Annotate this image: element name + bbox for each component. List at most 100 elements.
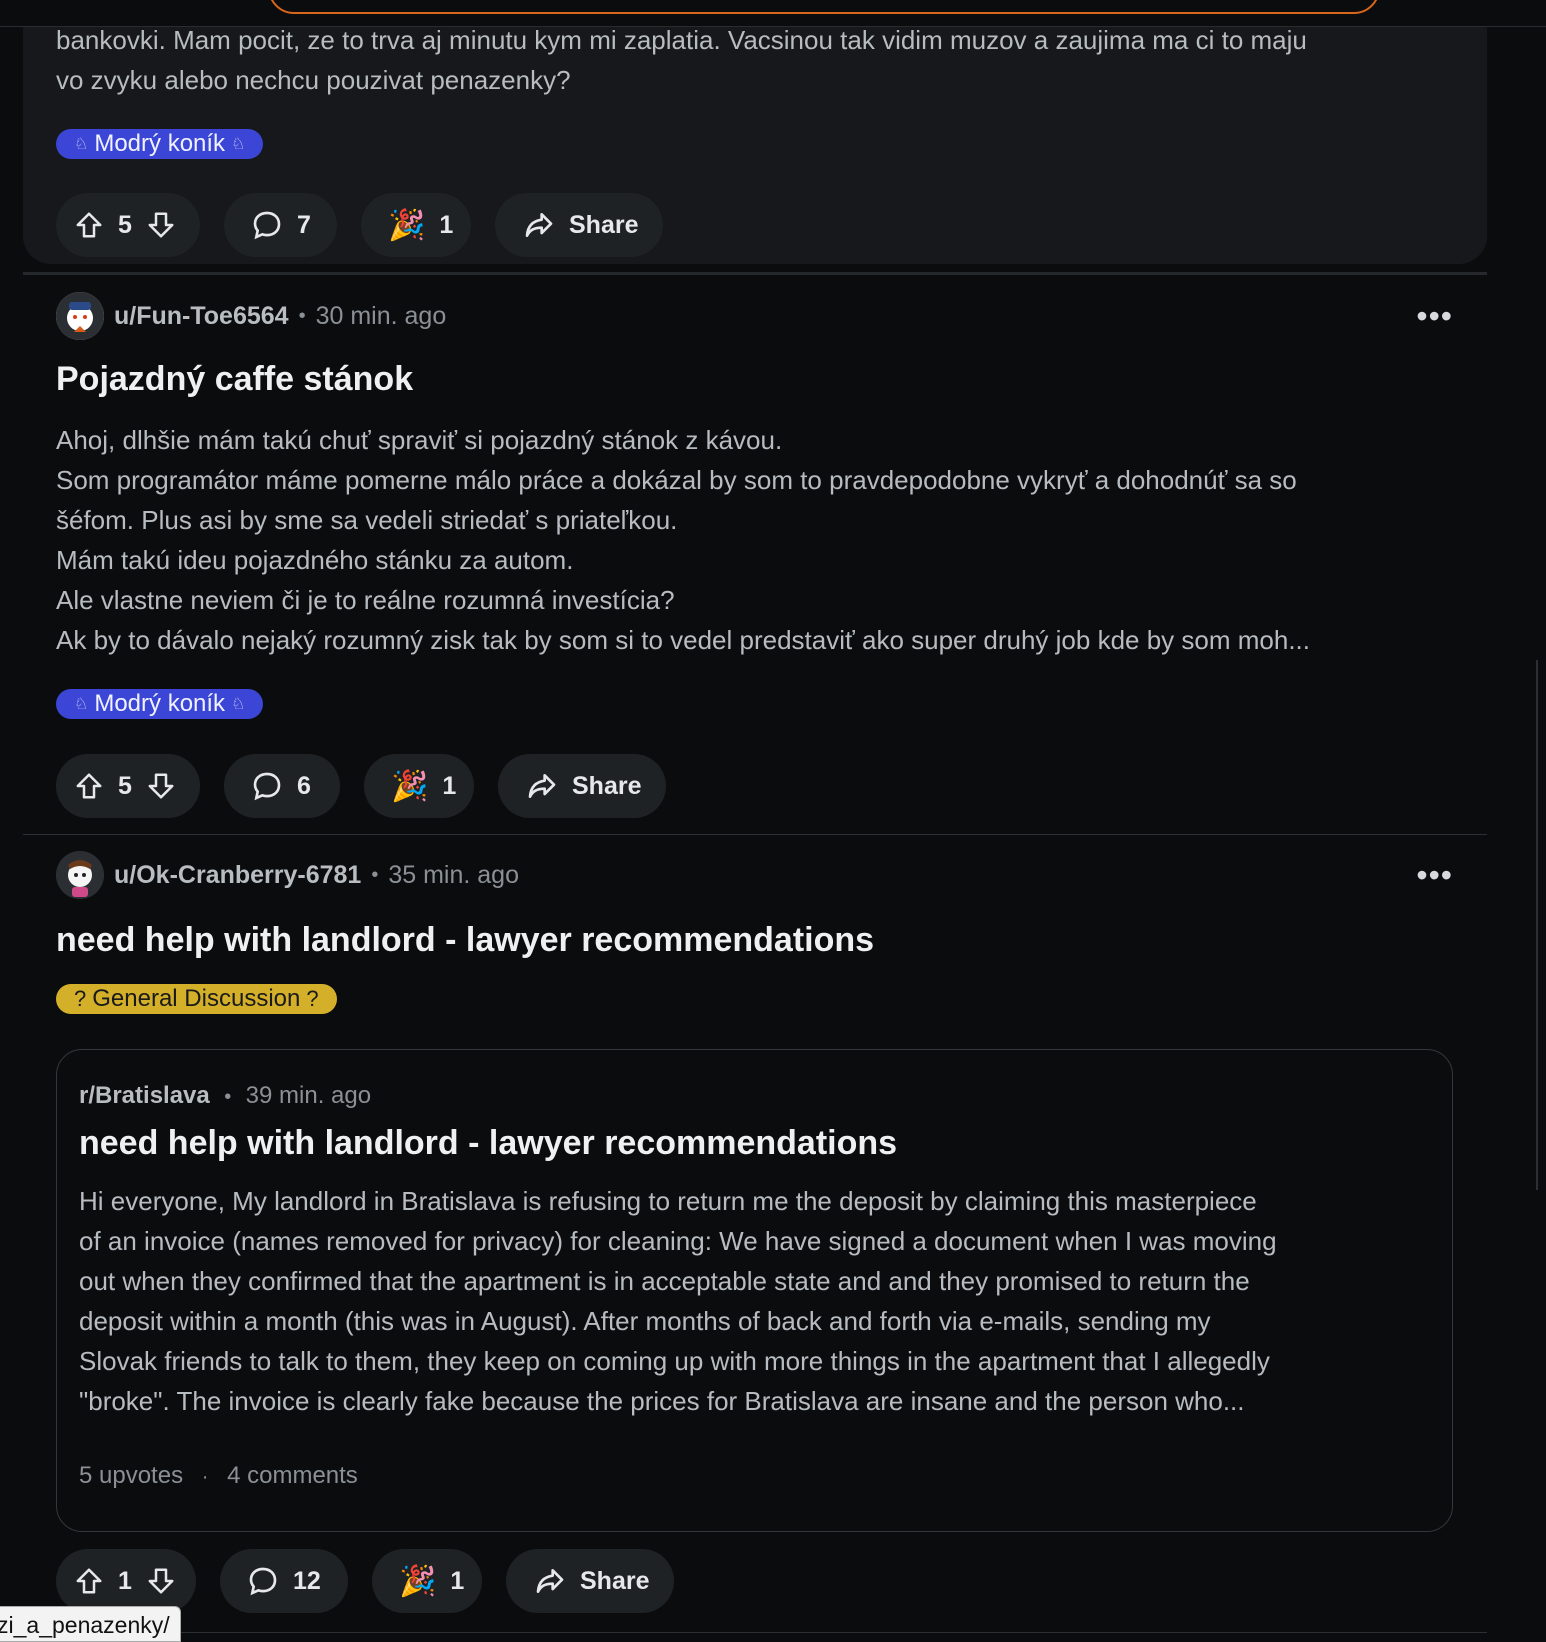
post-time: 35 min. ago [388,860,519,889]
share-icon [523,209,555,241]
comment-icon [251,209,283,241]
post-card[interactable]: bankovki. Mam pocit, ze to trva aj minut… [23,0,1487,264]
upvote-icon[interactable] [74,210,104,240]
horse-icon: ♘ [74,696,89,713]
crosspost-comments: 4 comments [227,1462,358,1489]
award-button[interactable]: 🎉 1 [361,193,471,257]
search-bar[interactable] [268,0,1380,14]
divider [23,272,1487,275]
downvote-icon[interactable] [146,1566,176,1596]
comment-count: 6 [297,771,311,800]
award-count: 1 [442,771,457,800]
comments-button[interactable]: 12 [220,1549,348,1613]
post-meta: u/Ok-Cranberry-6781 • 35 min. ago [56,851,519,899]
upvote-count: 5 [118,210,132,239]
comment-count: 7 [297,210,311,239]
post-body-line: šéfom. Plus asi by sme sa vedeli strieda… [56,505,678,535]
vote-group: 1 [56,1549,196,1613]
post-flair[interactable]: ♘ Modrý koník ♘ [56,689,264,719]
post-card[interactable]: u/Fun-Toe6564 • 30 min. ago ••• Pojazdný… [23,292,1487,826]
status-url-tooltip: zi_a_penazenky/ [0,1606,181,1642]
post-author[interactable]: u/Fun-Toe6564 [114,302,289,331]
avatar-icon [56,292,104,340]
downvote-icon[interactable] [146,771,176,801]
crosspost-upvotes: 5 upvotes [79,1462,184,1489]
post-actions: 1 12 🎉 1 Share [56,1549,674,1613]
vote-group: 5 [56,754,200,818]
crosspost-body-line: deposit within a month (this was in Augu… [79,1306,1211,1336]
upvote-count: 5 [118,771,132,800]
post-body-line: Ahoj, dlhšie mám takú chuť spraviť si po… [56,425,783,455]
crosspost-card[interactable]: r/Bratislava • 39 min. ago need help wit… [56,1049,1453,1532]
meta-separator: • [298,304,306,327]
award-button[interactable]: 🎉 1 [364,754,474,818]
page: bankovki. Mam pocit, ze to trva aj minut… [0,0,1546,1642]
post-body-line: Mám takú ideu pojazdného stánku za autom… [56,545,574,575]
avatar[interactable] [56,851,104,899]
upvote-count: 1 [118,1566,132,1595]
post-actions: 5 6 🎉 1 Share [56,754,666,818]
crosspost-body-line: of an invoice (names removed for privacy… [79,1226,1277,1256]
comment-icon [247,1565,279,1597]
post-card[interactable]: u/Ok-Cranberry-6781 • 35 min. ago ••• ne… [23,851,1487,1613]
question-icon: ? [306,986,319,1011]
share-button[interactable]: Share [495,193,663,257]
downvote-icon[interactable] [146,210,176,240]
share-icon [526,770,558,802]
more-options-icon[interactable]: ••• [1416,300,1453,332]
crosspost-body-line: "broke". The invoice is clearly fake bec… [79,1386,1245,1416]
post-flair[interactable]: ♘ Modrý koník ♘ [56,129,264,159]
crosspost-stats: 5 upvotes · 4 comments [79,1462,358,1490]
award-icon: 🎉 [399,1564,437,1598]
post-meta: u/Fun-Toe6564 • 30 min. ago [56,292,446,340]
post-body-line: Ale vlastne neviem či je to reálne rozum… [56,585,675,615]
meta-separator: · [201,1466,209,1488]
post-body-line: Ak by to dávalo nejaký rozumný zisk tak … [56,625,1310,655]
post-flair[interactable]: ? General Discussion ? [56,984,337,1014]
flair-label: Modrý koník [94,130,226,157]
crosspost-body-line: Hi everyone, My landlord in Bratislava i… [79,1186,1257,1216]
post-title[interactable]: Pojazdný caffe stánok [56,360,413,399]
flair-label: General Discussion [92,985,301,1012]
upvote-icon[interactable] [74,1566,104,1596]
award-button[interactable]: 🎉 1 [372,1549,482,1613]
vote-group: 5 [56,193,200,257]
more-options-icon[interactable]: ••• [1416,859,1453,891]
crosspost-time: 39 min. ago [245,1082,372,1109]
share-label: Share [569,210,639,239]
crosspost-meta: r/Bratislava • 39 min. ago [79,1082,371,1110]
crosspost-body-line: Slovak friends to talk to them, they kee… [79,1346,1270,1376]
share-label: Share [572,771,642,800]
meta-separator: • [371,863,379,886]
comments-button[interactable]: 6 [224,754,340,818]
crosspost-title[interactable]: need help with landlord - lawyer recomme… [79,1124,897,1163]
upvote-icon[interactable] [74,771,104,801]
avatar[interactable] [56,292,104,340]
share-icon [534,1565,566,1597]
horse-icon: ♘ [74,136,89,153]
award-icon: 🎉 [388,208,426,242]
post-title[interactable]: need help with landlord - lawyer recomme… [56,921,874,960]
award-icon: 🎉 [391,769,429,803]
share-button[interactable]: Share [498,754,666,818]
crosspost-body-line: out when they confirmed that the apartme… [79,1266,1250,1296]
post-body-line: vo zvyku alebo nechcu pouzivat penazenky… [56,65,571,95]
post-author[interactable]: u/Ok-Cranberry-6781 [114,861,361,890]
horse-icon: ♘ [231,696,246,713]
post-body-line: Som programátor máme pomerne málo práce … [56,465,1297,495]
comment-count: 12 [293,1566,321,1595]
flair-label: Modrý koník [94,690,226,717]
horse-icon: ♘ [231,136,246,153]
question-icon: ? [74,986,87,1011]
top-header [0,0,1546,27]
share-label: Share [580,1566,650,1595]
post-actions: 5 7 🎉 1 Share [56,193,663,257]
award-count: 1 [450,1566,465,1595]
crosspost-subreddit[interactable]: r/Bratislava [79,1082,210,1109]
avatar-icon [56,851,104,899]
post-time: 30 min. ago [315,301,447,330]
share-button[interactable]: Share [506,1549,674,1613]
comment-icon [251,770,283,802]
divider [23,834,1487,835]
comments-button[interactable]: 7 [224,193,337,257]
